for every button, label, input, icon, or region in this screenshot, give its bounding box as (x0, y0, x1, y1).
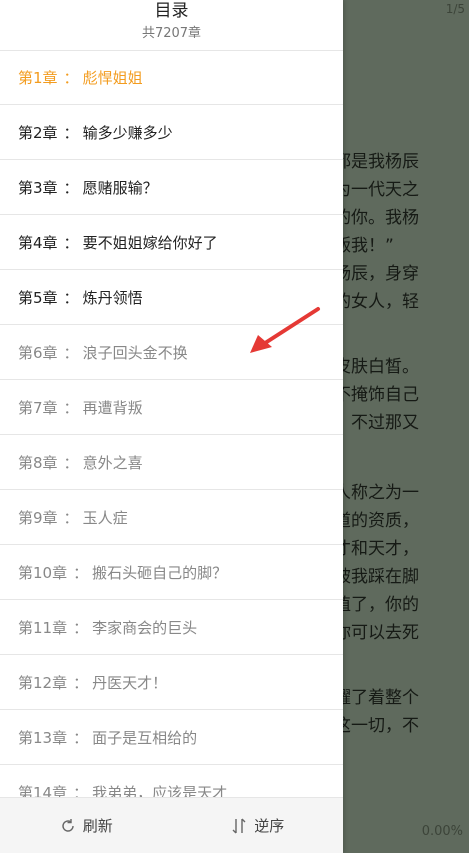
chapter-title: 丹医天才！ (92, 673, 168, 692)
chapter-number: 第12章 (18, 673, 68, 692)
chapter-number: 第14章 (18, 783, 68, 799)
chapter-separator: ： (73, 673, 89, 692)
refresh-icon (62, 818, 74, 832)
chapter-title: 面子是互相给的 (92, 728, 198, 747)
chapter-separator: ： (73, 618, 89, 637)
chapter-item[interactable]: 第2章 ：输多少赚多少 (0, 105, 343, 160)
chapter-title: 炼丹领悟 (82, 288, 143, 307)
chapter-number: 第8章 (18, 453, 58, 472)
chapter-item[interactable]: 第12章 ：丹医天才！ (0, 655, 343, 710)
chapter-separator: ： (63, 288, 79, 307)
chapter-title: 玉人症 (82, 508, 128, 527)
chapter-number: 第6章 (18, 343, 58, 362)
chapter-number: 第5章 (18, 288, 58, 307)
sort-icon (232, 818, 246, 833)
chapter-title: 意外之喜 (82, 453, 143, 472)
chapter-item[interactable]: 第4章 ：要不姐姐嫁给你好了 (0, 215, 343, 270)
chapter-separator: ： (63, 233, 79, 252)
chapter-separator: ： (63, 68, 79, 87)
chapter-item[interactable]: 第13章 ：面子是互相给的 (0, 710, 343, 765)
drawer-header: 目录 共7207章 (0, 0, 343, 51)
chapter-separator: ： (63, 178, 79, 197)
chapter-item[interactable]: 第10章 ：搬石头砸自己的脚？ (0, 545, 343, 600)
chapter-title: 李家商会的巨头 (92, 618, 198, 637)
chapter-title: 搬石头砸自己的脚？ (92, 563, 228, 582)
refresh-button[interactable]: 刷新 (0, 798, 172, 853)
reading-progress: 0.00% (421, 824, 463, 839)
chapter-separator: ： (73, 728, 89, 747)
chapter-number: 第13章 (18, 728, 68, 747)
chapter-number: 第11章 (18, 618, 68, 637)
drawer-title: 目录 (154, 1, 189, 21)
chapter-count: 共7207章 (141, 26, 202, 41)
chapter-item[interactable]: 第8章 ：意外之喜 (0, 435, 343, 490)
refresh-label: 刷新 (82, 817, 113, 835)
annotation-arrow-icon (250, 307, 320, 353)
chapter-separator: ： (63, 343, 79, 362)
chapter-item[interactable]: 第3章 ：愿赌服输？ (0, 160, 343, 215)
chapter-separator: ： (73, 783, 89, 799)
chapter-number: 第1章 (18, 68, 58, 87)
chapter-item[interactable]: 第11章 ：李家商会的巨头 (0, 600, 343, 655)
chapter-number: 第7章 (18, 398, 58, 417)
chapter-number: 第2章 (18, 123, 58, 142)
chapter-title: 彪悍姐姐 (82, 68, 143, 87)
chapter-number: 第9章 (18, 508, 58, 527)
chapter-list[interactable]: 第1章：彪悍姐姐 第2章：输多少赚多少 第3章：愿赌服输？ 第4章：要不姐姐嫁给你好了… (0, 50, 343, 798)
page-indicator: 1/5 (445, 2, 465, 16)
chapter-title: 愿赌服输？ (82, 178, 158, 197)
chapter-separator: ： (63, 508, 79, 527)
chapter-separator: ： (63, 123, 79, 142)
chapter-title: 浪子回头金不换 (82, 343, 188, 362)
reverse-order-button[interactable]: 逆序 (172, 798, 344, 853)
chapter-separator: ： (63, 398, 79, 417)
chapter-separator: ： (73, 563, 89, 582)
chapter-item[interactable]: 第9章 ：玉人症 (0, 490, 343, 545)
chapter-title: 我弟弟，应该是天才 (92, 783, 228, 799)
chapter-item[interactable]: 第1章 ：彪悍姐姐 (0, 50, 343, 105)
chapter-number: 第4章 (18, 233, 58, 252)
chapter-separator: ： (63, 453, 79, 472)
chapter-title: 输多少赚多少 (82, 123, 173, 142)
chapter-title: 要不姐姐嫁给你好了 (82, 233, 218, 252)
chapter-title: 再遭背叛 (82, 398, 143, 417)
chapter-item[interactable]: 第14章 ：我弟弟，应该是天才 (0, 765, 343, 799)
drawer-footer: 刷新 逆序 (0, 797, 343, 853)
reverse-order-label: 逆序 (254, 817, 285, 835)
table-of-contents-drawer: 目录 共7207章 第1章：彪悍姐姐 第2章：输多少赚多少 第3章：愿赌服输？ 第4章… (0, 0, 343, 853)
chapter-number: 第10章 (18, 563, 68, 582)
chapter-item[interactable]: 第7章 ：再遭背叛 (0, 380, 343, 435)
chapter-number: 第3章 (18, 178, 58, 197)
